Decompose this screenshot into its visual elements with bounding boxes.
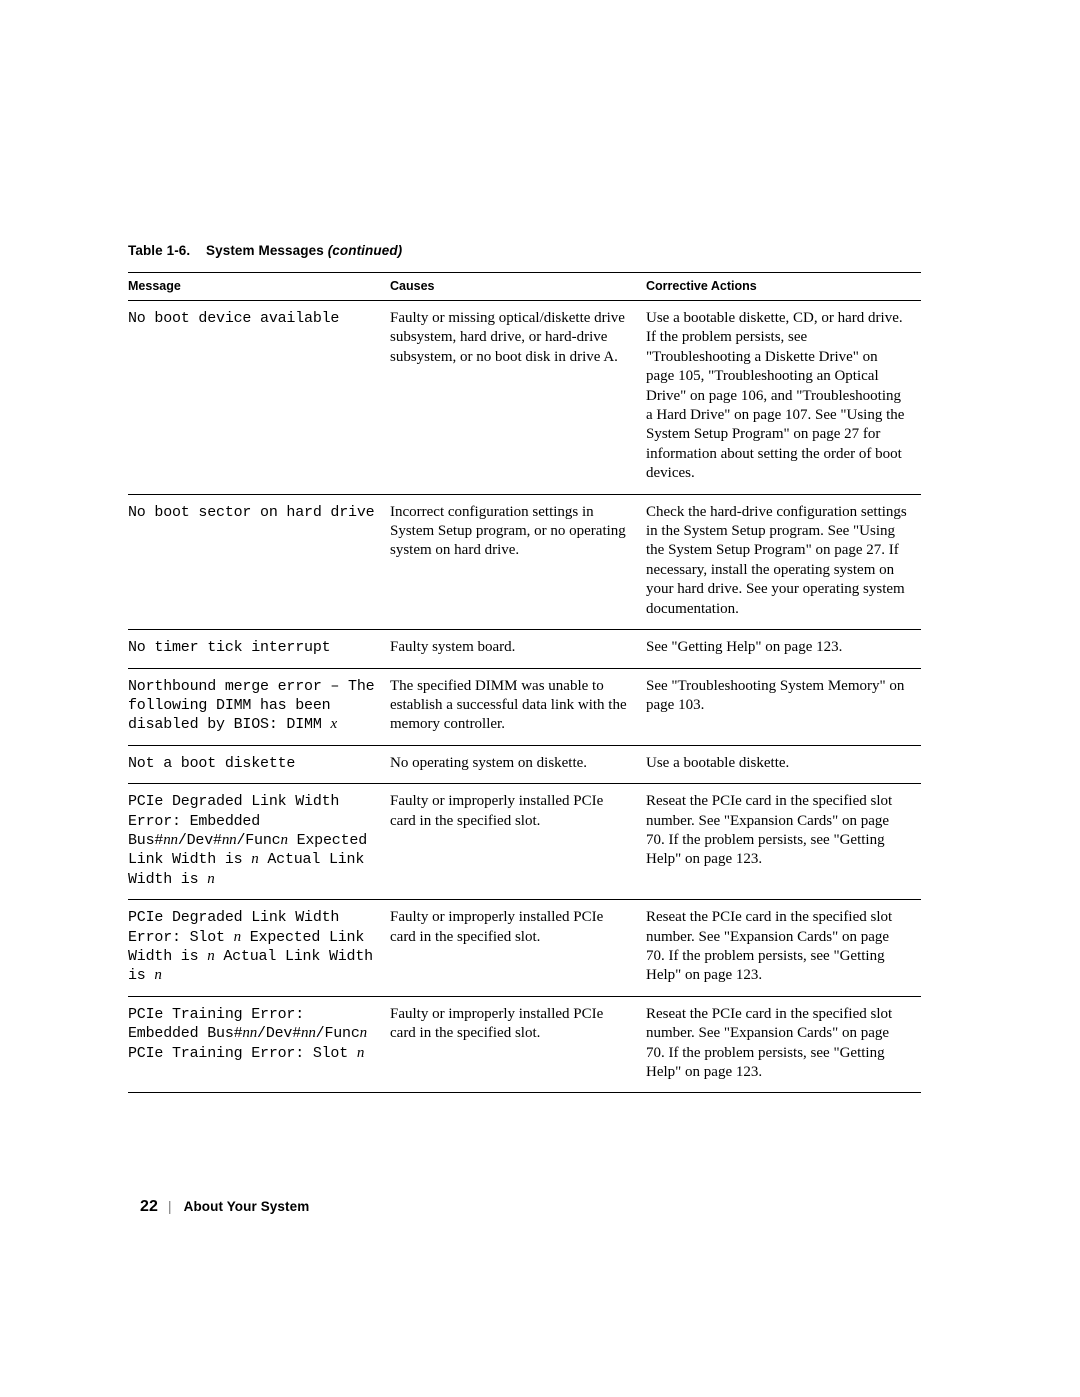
cell-causes: Faulty or improperly installed PCIe card…: [390, 783, 646, 901]
cell-causes: No operating system on diskette.: [390, 745, 646, 785]
cell-message: No timer tick interrupt: [128, 629, 390, 669]
table-row: Not a boot diskette No operating system …: [128, 745, 921, 785]
table-row: PCIe Degraded Link Width Error: Embedded…: [128, 783, 921, 901]
footer-page-number: 22: [140, 1198, 158, 1215]
cell-causes: The specified DIMM was unable to establi…: [390, 668, 646, 746]
cell-corrective: Reseat the PCIe card in the specified sl…: [646, 783, 921, 901]
footer-separator: |: [168, 1199, 172, 1214]
table-row: PCIe Degraded Link Width Error: Slot n E…: [128, 899, 921, 997]
cell-corrective: Check the hard-drive configuration setti…: [646, 494, 921, 631]
table-body: No boot device available Faulty or missi…: [128, 300, 921, 1094]
cell-causes: Faulty or improperly installed PCIe card…: [390, 996, 646, 1094]
cell-message: PCIe Degraded Link Width Error: Embedded…: [128, 783, 390, 901]
table-row: PCIe Training Error: Embedded Bus#nn/Dev…: [128, 996, 921, 1094]
cell-causes: Faulty system board.: [390, 629, 646, 669]
table-row: No timer tick interrupt Faulty system bo…: [128, 629, 921, 669]
cell-causes: Incorrect configuration settings in Syst…: [390, 494, 646, 631]
cell-message: PCIe Degraded Link Width Error: Slot n E…: [128, 899, 390, 997]
table-row: No boot sector on hard drive Incorrect c…: [128, 494, 921, 631]
cell-message: Not a boot diskette: [128, 745, 390, 785]
cell-causes: Faulty or improperly installed PCIe card…: [390, 899, 646, 997]
cell-message: No boot sector on hard drive: [128, 494, 390, 631]
document-page: Table 1-6. System Messages (continued) M…: [0, 0, 1080, 1397]
column-header-corrective-actions: Corrective Actions: [646, 273, 921, 301]
page-footer: 22 | About Your System: [140, 1198, 309, 1216]
table-row: Northbound merge error – The following D…: [128, 668, 921, 746]
cell-message: No boot device available: [128, 300, 390, 495]
cell-message: PCIe Training Error: Embedded Bus#nn/Dev…: [128, 996, 390, 1094]
system-messages-table: Message Causes Corrective Actions No boo…: [128, 272, 921, 1094]
cell-corrective: Use a bootable diskette.: [646, 745, 921, 785]
cell-corrective: Use a bootable diskette, CD, or hard dri…: [646, 300, 921, 495]
table-caption-label: Table 1-6.: [128, 243, 191, 258]
table-row: No boot device available Faulty or missi…: [128, 300, 921, 495]
cell-message: Northbound merge error – The following D…: [128, 668, 390, 746]
table-caption-continued: (continued): [327, 243, 403, 258]
footer-section-title: About Your System: [183, 1199, 310, 1214]
cell-causes: Faulty or missing optical/diskette drive…: [390, 300, 646, 495]
table-caption-title: System Messages: [206, 243, 324, 258]
column-header-causes: Causes: [390, 273, 646, 301]
cell-corrective: Reseat the PCIe card in the specified sl…: [646, 899, 921, 997]
cell-corrective: See "Getting Help" on page 123.: [646, 629, 921, 669]
table-header: Message Causes Corrective Actions: [128, 272, 921, 301]
cell-corrective: See "Troubleshooting System Memory" on p…: [646, 668, 921, 746]
column-header-message: Message: [128, 273, 390, 301]
table-caption: Table 1-6. System Messages (continued): [128, 243, 402, 258]
cell-corrective: Reseat the PCIe card in the specified sl…: [646, 996, 921, 1094]
